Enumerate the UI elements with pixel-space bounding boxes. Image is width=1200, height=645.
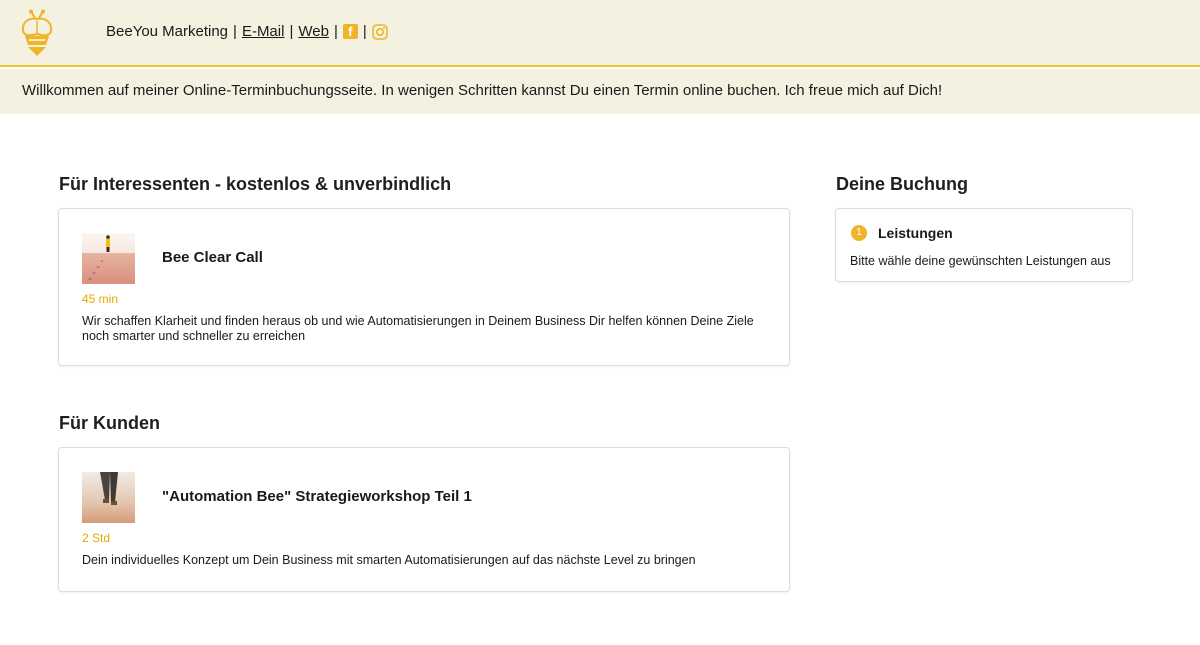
welcome-text: Willkommen auf meiner Online-Terminbuchu… xyxy=(22,82,943,99)
booking-summary-card: 1 Leistungen Bitte wähle deine gewünscht… xyxy=(835,208,1133,282)
service-name: "Automation Bee" Strategieworkshop Teil … xyxy=(162,488,472,505)
separator: | xyxy=(233,23,237,40)
service-card-automation-bee[interactable]: "Automation Bee" Strategieworkshop Teil … xyxy=(58,447,790,592)
web-link[interactable]: Web xyxy=(298,23,329,40)
separator: | xyxy=(362,23,367,40)
section-title-interessenten: Für Interessenten - kostenlos & unverbin… xyxy=(59,174,452,194)
step-label: Leistungen xyxy=(878,225,953,241)
service-description: Dein individuelles Konzept um Dein Busin… xyxy=(82,553,696,567)
booking-title: Deine Buchung xyxy=(836,174,969,194)
section-title-kunden: Für Kunden xyxy=(59,413,160,433)
separator: | xyxy=(289,23,294,40)
welcome-bar: Willkommen auf meiner Online-Terminbuchu… xyxy=(0,69,1200,114)
email-link[interactable]: E-Mail xyxy=(242,23,285,40)
service-description: Wir schaffen Klarheit und finden heraus … xyxy=(82,314,754,343)
brand-line: BeeYou Marketing | E-Mail | Web | f | xyxy=(106,23,388,40)
service-name: Bee Clear Call xyxy=(162,249,263,266)
top-header: BeeYou Marketing | E-Mail | Web | f | xyxy=(0,0,1200,67)
instagram-icon[interactable] xyxy=(371,23,388,40)
service-card-bee-clear-call[interactable]: Bee Clear Call 45 min Wir schaffen Klarh… xyxy=(58,208,790,366)
service-duration: 2 Std xyxy=(82,531,111,545)
service-thumbnail-walking xyxy=(82,472,135,523)
separator: | xyxy=(333,23,338,40)
brand-name: BeeYou Marketing xyxy=(106,23,229,40)
service-thumbnail-beach xyxy=(82,233,135,284)
step-hint: Bitte wähle deine gewünschten Leistungen… xyxy=(850,254,1111,268)
bee-logo-icon[interactable] xyxy=(20,9,54,57)
service-duration: 45 min xyxy=(82,292,119,306)
step-number-badge: 1 xyxy=(851,225,867,241)
facebook-icon[interactable]: f xyxy=(342,24,358,39)
